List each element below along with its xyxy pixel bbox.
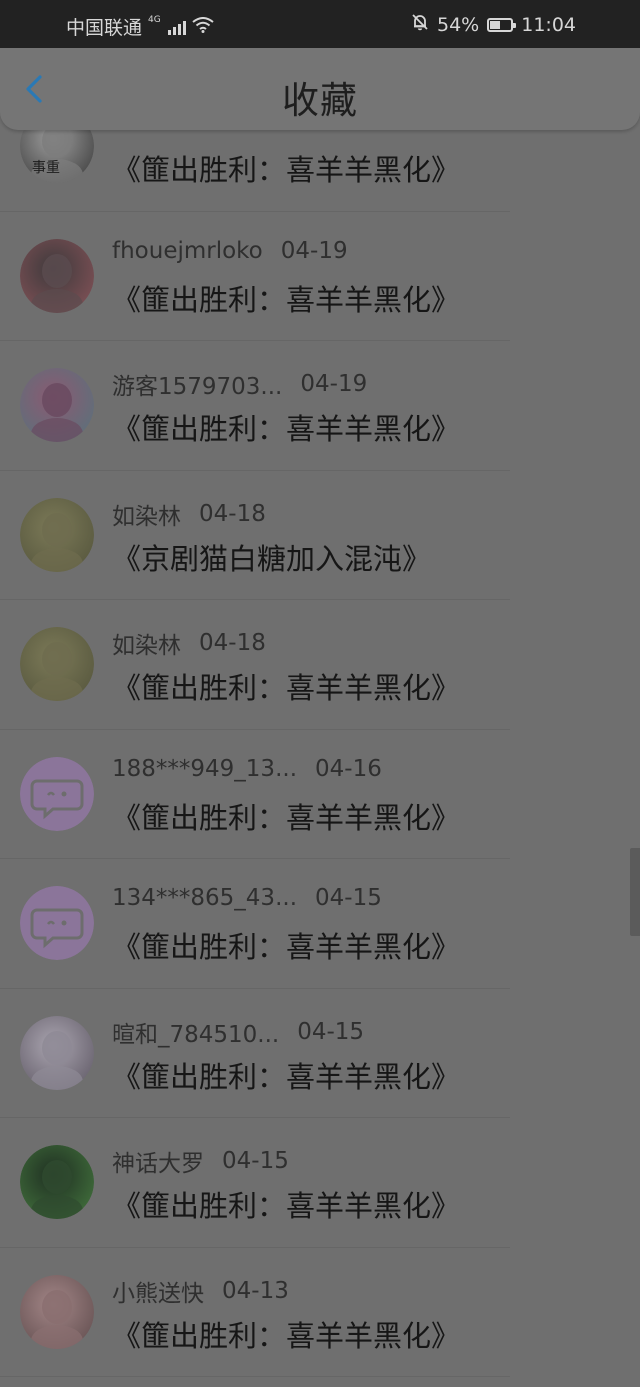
- item-title[interactable]: 《篚出胜利：喜羊羊黑化》: [112, 665, 460, 707]
- favorite-item[interactable]: 如染林 04-18 《京剧猫白糖加入混沌》: [0, 471, 640, 600]
- author-name[interactable]: fhouejmrloko: [112, 238, 263, 264]
- favorites-list: 事重 《篚出胜利：喜羊羊黑化》 fhouejmrloko 04-19 《篚出胜利：喜羊羊…: [0, 82, 640, 1377]
- item-meta: 如染林 04-18: [112, 626, 266, 660]
- author-name[interactable]: 如染林: [112, 497, 181, 531]
- avatar[interactable]: [20, 1015, 94, 1090]
- favorite-item[interactable]: 188***949_13... 04-16 《篚出胜利：喜羊羊黑化》: [0, 730, 640, 859]
- avatar[interactable]: [20, 368, 94, 442]
- item-meta: 188***949_13... 04-16: [112, 756, 382, 782]
- author-name[interactable]: 游客1579703...: [112, 367, 282, 401]
- item-title[interactable]: 《篚出胜利：喜羊羊黑化》: [112, 277, 460, 319]
- author-name[interactable]: 神话大罗: [112, 1144, 204, 1178]
- item-meta: 如染林 04-18: [112, 497, 266, 531]
- favorite-item[interactable]: 暄和_784510... 04-15 《篚出胜利：喜羊羊黑化》: [0, 989, 640, 1118]
- item-meta: 游客1579703... 04-19: [112, 367, 367, 401]
- item-date: 04-18: [199, 630, 266, 656]
- item-title[interactable]: 《篚出胜利：喜羊羊黑化》: [112, 147, 460, 189]
- item-date: 04-19: [300, 371, 368, 397]
- item-title[interactable]: 《篚出胜利：喜羊羊黑化》: [112, 924, 460, 966]
- page-title: 收藏: [282, 79, 358, 122]
- status-left: 中国联通 4G: [66, 13, 214, 40]
- battery-percent: 54%: [437, 13, 480, 36]
- favorites-screen: 中国联通 4G 54% 11:04 收藏 事重 《篚出胜利：喜羊羊黑化》 fho…: [0, 0, 640, 1387]
- clock: 11:04: [521, 13, 576, 36]
- favorite-item[interactable]: 小熊送快 04-13 《篚出胜利：喜羊羊黑化》: [0, 1248, 640, 1377]
- item-title[interactable]: 《篚出胜利：喜羊羊黑化》: [112, 1183, 460, 1225]
- author-name[interactable]: 小熊送快: [112, 1274, 204, 1308]
- carrier-name: 中国联通: [66, 17, 143, 39]
- item-date: 04-13: [222, 1277, 289, 1304]
- item-date: 04-18: [199, 500, 266, 527]
- item-date: 04-16: [315, 755, 382, 782]
- status-bar: 中国联通 4G 54% 11:04: [0, 0, 640, 48]
- avatar-caption: 事重: [32, 160, 60, 176]
- scrollbar-thumb[interactable]: [630, 848, 640, 936]
- author-name[interactable]: 如染林: [112, 626, 181, 660]
- avatar[interactable]: [20, 1145, 94, 1219]
- item-date: 04-15: [315, 885, 382, 911]
- item-title[interactable]: 《京剧猫白糖加入混沌》: [112, 536, 431, 578]
- avatar[interactable]: [20, 1274, 94, 1349]
- battery-icon: [487, 17, 517, 32]
- item-title[interactable]: 《篚出胜利：喜羊羊黑化》: [112, 795, 460, 837]
- item-date: 04-15: [222, 1148, 289, 1174]
- avatar[interactable]: [20, 756, 94, 831]
- item-meta: 小熊送快 04-13: [112, 1274, 289, 1308]
- item-title[interactable]: 《篚出胜利：喜羊羊黑化》: [112, 1054, 460, 1096]
- item-title[interactable]: 《篚出胜利：喜羊羊黑化》: [112, 1313, 460, 1355]
- author-name[interactable]: 暄和_784510...: [112, 1015, 279, 1049]
- favorite-item[interactable]: 134***865_43... 04-15 《篚出胜利：喜羊羊黑化》: [0, 859, 640, 989]
- author-name[interactable]: 188***949_13...: [112, 756, 297, 782]
- item-date: 04-19: [280, 237, 348, 264]
- bell-muted-icon: [411, 13, 429, 36]
- favorite-item[interactable]: 如染林 04-18 《篚出胜利：喜羊羊黑化》: [0, 600, 640, 730]
- item-meta: fhouejmrloko 04-19: [112, 238, 348, 264]
- status-right: 54% 11:04: [411, 13, 576, 36]
- favorite-item[interactable]: 游客1579703... 04-19 《篚出胜利：喜羊羊黑化》: [0, 341, 640, 471]
- avatar[interactable]: [20, 886, 94, 960]
- author-name[interactable]: 134***865_43...: [112, 885, 297, 911]
- network-type: 4G: [148, 14, 161, 25]
- item-meta: 134***865_43... 04-15: [112, 885, 382, 911]
- item-meta: 神话大罗 04-15: [112, 1144, 289, 1178]
- signal-icon: [167, 19, 186, 35]
- top-bar: 收藏: [0, 48, 640, 130]
- favorite-item[interactable]: 神话大罗 04-15 《篚出胜利：喜羊羊黑化》: [0, 1118, 640, 1248]
- favorite-item[interactable]: fhouejmrloko 04-19 《篚出胜利：喜羊羊黑化》: [0, 212, 640, 341]
- item-title[interactable]: 《篚出胜利：喜羊羊黑化》: [112, 406, 460, 448]
- avatar[interactable]: [20, 627, 94, 701]
- wifi-icon: [192, 16, 214, 38]
- item-meta: 暄和_784510... 04-15: [112, 1015, 364, 1049]
- divider: [0, 1376, 510, 1377]
- avatar[interactable]: [20, 497, 94, 572]
- avatar[interactable]: [20, 238, 94, 313]
- item-date: 04-15: [297, 1018, 365, 1045]
